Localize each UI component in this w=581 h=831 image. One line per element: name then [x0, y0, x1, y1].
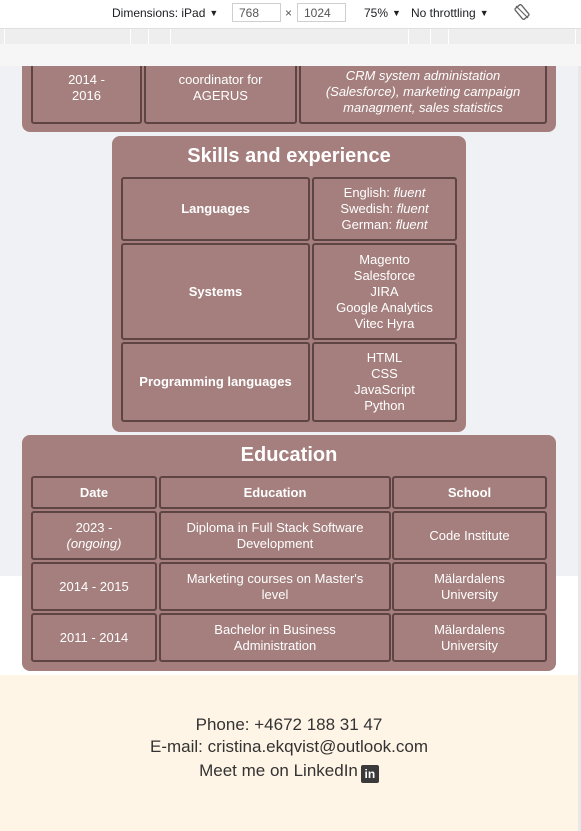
education-date-note: (ongoing)	[66, 535, 122, 551]
education-header-school: School	[392, 476, 547, 509]
linkedin-label: Meet me on LinkedIn	[199, 761, 358, 780]
skill-value: Google Analytics	[336, 299, 433, 315]
throttling-dropdown[interactable]: No throttling ▼	[411, 6, 489, 20]
chevron-down-icon: ▼	[479, 8, 489, 18]
experience-card: 2014 - 2016 coordinator for AGERUS CRM s…	[22, 66, 556, 132]
experience-role-cell: coordinator for AGERUS	[144, 66, 297, 124]
skills-row-label: Programming languages	[121, 342, 310, 422]
ruler-segment	[130, 29, 131, 45]
skill-value: Python	[364, 398, 405, 413]
dimensions-label: Dimensions: iPad	[112, 6, 206, 20]
skills-card: Skills and experience Languages English: …	[112, 136, 466, 432]
skill-value: JavaScript	[354, 382, 415, 397]
skill-language: German:	[341, 217, 396, 232]
skill-value: Magento	[359, 251, 410, 267]
devtools-toolbar: Dimensions: iPad ▼ 768 × 1024 75% ▼ No t…	[0, 0, 581, 28]
skill-value: CSS	[371, 366, 398, 381]
education-date: 2023 -	[75, 519, 113, 535]
skills-row-values: HTML CSS JavaScript Python	[312, 342, 457, 422]
skill-value: JIRA	[370, 283, 399, 299]
education-school-cell: Code Institute	[392, 511, 547, 560]
ruler-segment	[170, 29, 171, 45]
skill-value: Salesforce	[353, 267, 416, 283]
education-date-cell: 2014 - 2015	[31, 562, 157, 611]
skill-language: English:	[343, 185, 394, 200]
dimension-separator: ×	[285, 6, 293, 20]
experience-duties-cell: CRM system administation (Salesforce), m…	[299, 66, 547, 124]
education-school-cell: Mälardalens University	[392, 613, 547, 662]
skill-value: Vitec Hyra	[354, 315, 415, 331]
zoom-dropdown[interactable]: 75% ▼	[364, 6, 401, 20]
skill-level: fluent	[393, 185, 426, 200]
education-date: 2014 - 2015	[59, 578, 129, 594]
skills-row-values: Magento Salesforce JIRA Google Analytics Vit…	[312, 243, 457, 340]
education-program-cell: Bachelor in Business Administration	[159, 613, 391, 662]
height-input[interactable]: 1024	[297, 3, 346, 22]
skill-value: English: fluent	[344, 185, 426, 201]
ruler-segment	[575, 29, 576, 45]
media-query-ruler[interactable]	[0, 28, 581, 45]
footer-linkedin-link[interactable]: Meet me on LinkedIn in	[0, 761, 578, 783]
chevron-down-icon: ▼	[392, 8, 401, 18]
education-date-cell: 2011 - 2014	[31, 613, 157, 662]
skill-value: Swedish: fluent	[340, 201, 428, 217]
page-viewport: 2014 - 2016 coordinator for AGERUS CRM s…	[0, 66, 578, 831]
skill-value: HTML	[366, 350, 403, 365]
skill-language: Swedish:	[340, 201, 397, 216]
rotate-button[interactable]	[514, 4, 530, 20]
throttling-label: No throttling	[411, 6, 476, 20]
education-program-cell: Marketing courses on Master's level	[159, 562, 391, 611]
skills-title: Skills and experience	[187, 145, 391, 167]
ruler-segment	[448, 29, 449, 45]
linkedin-icon: in	[360, 765, 379, 783]
education-date: 2011 - 2014	[59, 629, 129, 645]
education-title: Education	[240, 444, 338, 466]
ruler-segment	[408, 29, 409, 45]
skills-row-label: Languages	[121, 177, 310, 241]
footer: Phone: +4672 188 31 47 E-mail: cristina.…	[0, 675, 578, 831]
ruler-segment	[4, 29, 5, 45]
education-school-cell: Mälardalens University	[392, 562, 547, 611]
education-header-education: Education	[159, 476, 391, 509]
ruler-segment	[148, 29, 149, 45]
dimensions-dropdown[interactable]: Dimensions: iPad ▼	[112, 6, 218, 20]
chevron-down-icon: ▼	[209, 8, 219, 18]
skills-row-values: English: fluent Swedish: fluent German: fl…	[312, 177, 457, 241]
rotate-icon	[514, 4, 530, 20]
education-date-cell: 2023 - (ongoing)	[31, 511, 157, 560]
education-header-date: Date	[31, 476, 157, 509]
width-input[interactable]: 768	[232, 3, 281, 22]
ruler-segment	[430, 29, 431, 45]
skills-row-label: Systems	[121, 243, 310, 340]
experience-date-cell: 2014 - 2016	[31, 66, 142, 124]
education-program-cell: Diploma in Full Stack Software Developme…	[159, 511, 391, 560]
footer-email[interactable]: E-mail: cristina.ekqvist@outlook.com	[0, 737, 578, 757]
skill-level: fluent	[396, 201, 429, 216]
skill-level: fluent	[395, 217, 428, 232]
education-card: Education Date Education School 2023 - (o…	[22, 435, 556, 671]
zoom-label: 75%	[364, 6, 389, 20]
viewport-header	[0, 44, 581, 66]
skill-value: German: fluent	[342, 217, 428, 233]
footer-phone: Phone: +4672 188 31 47	[195, 715, 383, 734]
